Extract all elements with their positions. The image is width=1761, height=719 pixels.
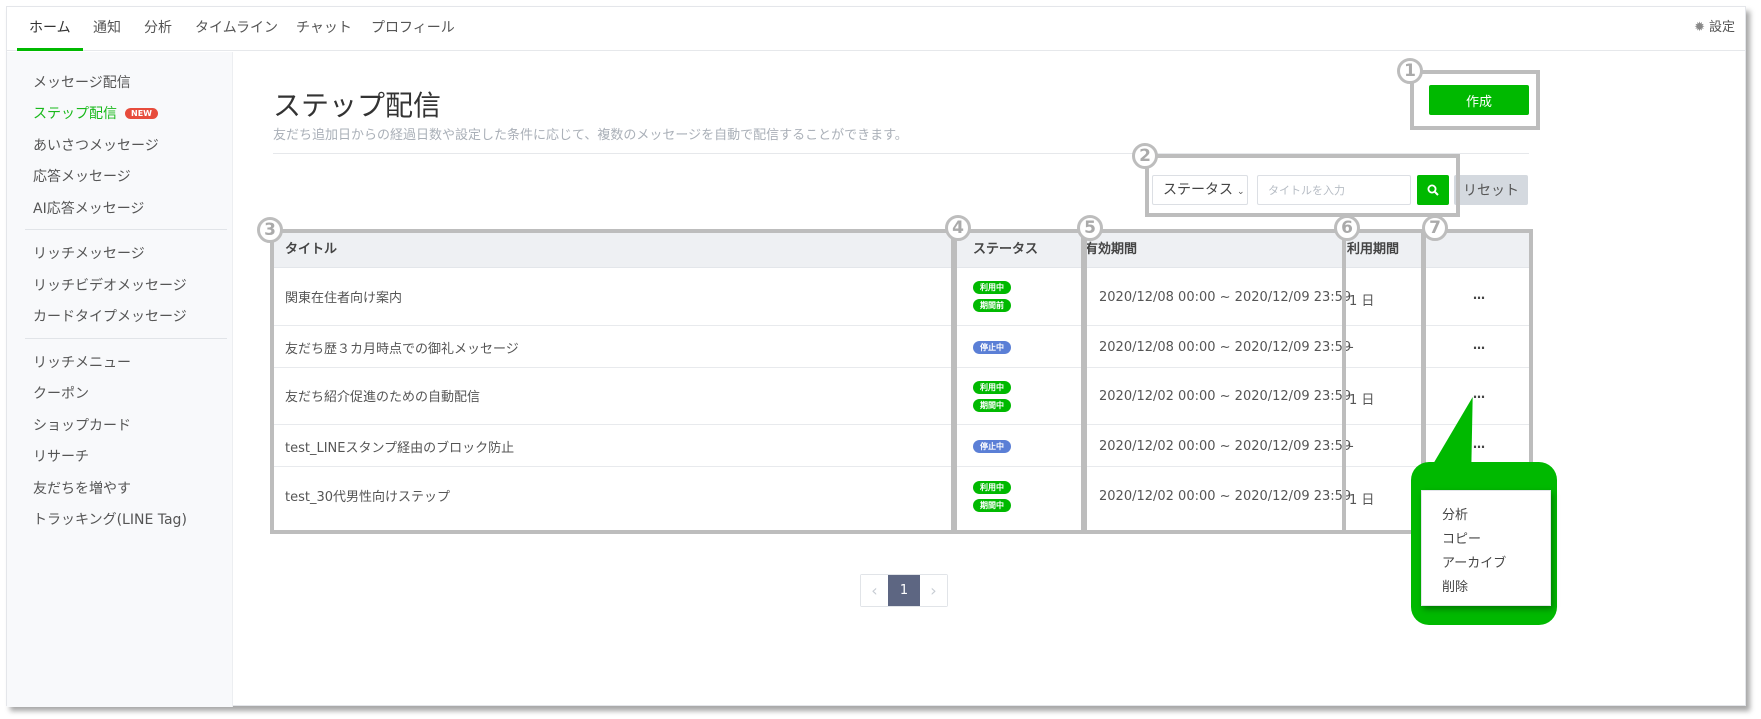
table-row[interactable]: 友だち歴３カ月時点での御礼メッセージ 停止中 2020/12/08 00:00 …	[273, 326, 1529, 368]
status-badge: 期間中	[973, 399, 1011, 412]
usage-period: 1 日	[1349, 493, 1375, 508]
status-filter-label: ステータス	[1163, 182, 1233, 198]
tab-profile[interactable]: プロフィール	[359, 7, 467, 51]
title-search-input[interactable]	[1257, 175, 1411, 205]
gear-icon: ✹	[1694, 20, 1705, 35]
row-actions-menu-button[interactable]: …	[1473, 437, 1485, 451]
sidebar-divider	[25, 229, 227, 230]
annotation-number-2: 2	[1132, 143, 1158, 169]
column-header-title: タイトル	[285, 242, 338, 257]
annotation-number-1: 1	[1397, 58, 1423, 84]
app-window: ホーム 通知 分析 タイムライン チャット プロフィール ✹ 設定 メッセージ配信…	[6, 6, 1746, 707]
callout-pointer	[1431, 397, 1479, 467]
create-button[interactable]: 作成	[1429, 85, 1529, 115]
valid-period: 2020/12/08 00:00 ~ 2020/12/09 23:59	[1099, 340, 1352, 355]
status-filter-select[interactable]: ステータス ⌄	[1152, 175, 1248, 205]
search-icon	[1427, 184, 1439, 196]
annotation-number-7: 7	[1422, 215, 1448, 241]
usage-period: 1 日	[1349, 393, 1375, 408]
pagination: ‹ 1 ›	[860, 574, 948, 607]
usage-period: -	[1349, 340, 1354, 355]
page-description: 友だち追加日からの経過日数や設定した条件に応じて、複数のメッセージを自動で配信す…	[273, 128, 908, 143]
sidebar-item-shop-card[interactable]: ショップカード	[33, 415, 131, 435]
sidebar: メッセージ配信 ステップ配信 NEW あいさつメッセージ 応答メッセージ AI応答…	[7, 52, 233, 707]
valid-period: 2020/12/08 00:00 ~ 2020/12/09 23:59	[1099, 290, 1352, 305]
row-title[interactable]: 関東在住者向け案内	[285, 287, 402, 306]
row-actions-menu-button[interactable]: …	[1473, 288, 1485, 302]
pagination-prev-button[interactable]: ‹	[861, 575, 888, 606]
tab-chat[interactable]: チャット	[284, 7, 364, 51]
usage-period: -	[1349, 439, 1354, 454]
status-badge: 停止中	[973, 341, 1011, 354]
row-actions-menu-button[interactable]: …	[1473, 338, 1485, 352]
valid-period: 2020/12/02 00:00 ~ 2020/12/09 23:59	[1099, 489, 1352, 504]
status-badges: 利用中 期間前	[973, 281, 1011, 317]
settings-link[interactable]: ✹ 設定	[1694, 7, 1735, 51]
status-badge: 利用中	[973, 281, 1011, 294]
sidebar-item-gain-friends[interactable]: 友だちを増やす	[33, 478, 131, 498]
column-header-status: ステータス	[973, 242, 1039, 257]
table-row[interactable]: test_30代男性向けステップ 利用中 期間中 2020/12/02 00:0…	[273, 467, 1529, 533]
sidebar-item-ai-reply[interactable]: AI応答メッセージ	[33, 198, 144, 218]
sidebar-divider	[25, 338, 227, 339]
valid-period: 2020/12/02 00:00 ~ 2020/12/09 23:59	[1099, 389, 1352, 404]
menu-item-delete[interactable]: 削除	[1442, 576, 1468, 595]
status-badges: 利用中 期間中	[973, 481, 1011, 517]
valid-period: 2020/12/02 00:00 ~ 2020/12/09 23:59	[1099, 439, 1352, 454]
chevron-down-icon: ⌄	[1237, 187, 1245, 197]
sidebar-item-step-delivery[interactable]: ステップ配信 NEW	[33, 103, 158, 123]
annotation-number-3: 3	[257, 217, 283, 243]
status-badges: 利用中 期間中	[973, 381, 1011, 417]
sidebar-item-rich-message[interactable]: リッチメッセージ	[33, 243, 145, 263]
sidebar-item-tracking[interactable]: トラッキング(LINE Tag)	[33, 509, 187, 529]
row-title[interactable]: test_30代男性向けステップ	[285, 486, 450, 505]
menu-item-copy[interactable]: コピー	[1442, 528, 1481, 547]
status-badges: 停止中	[973, 440, 1011, 458]
search-button[interactable]	[1417, 175, 1449, 205]
annotation-number-4: 4	[945, 215, 971, 241]
table-row[interactable]: 関東在住者向け案内 利用中 期間前 2020/12/08 00:00 ~ 202…	[273, 268, 1529, 326]
status-badge: 期間前	[973, 299, 1011, 312]
status-badge: 期間中	[973, 499, 1011, 512]
row-title[interactable]: 友だち歴３カ月時点での御礼メッセージ	[285, 338, 519, 357]
menu-item-analyze[interactable]: 分析	[1442, 504, 1468, 523]
sidebar-item-card-type-message[interactable]: カードタイプメッセージ	[33, 306, 187, 326]
pagination-next-button[interactable]: ›	[920, 575, 947, 606]
sidebar-item-auto-reply[interactable]: 応答メッセージ	[33, 166, 131, 186]
status-badges: 停止中	[973, 341, 1011, 359]
tab-notifications[interactable]: 通知	[81, 7, 133, 51]
annotation-number-6: 6	[1334, 215, 1360, 241]
row-title[interactable]: test_LINEスタンプ経由のブロック防止	[285, 437, 514, 456]
sidebar-item-rich-video-message[interactable]: リッチビデオメッセージ	[33, 275, 187, 295]
menu-item-archive[interactable]: アーカイブ	[1442, 552, 1506, 571]
page-title: ステップ配信	[273, 89, 442, 122]
top-nav: ホーム 通知 分析 タイムライン チャット プロフィール ✹ 設定	[7, 7, 1745, 51]
annotation-number-5: 5	[1077, 215, 1103, 241]
table-row[interactable]: test_LINEスタンプ経由のブロック防止 停止中 2020/12/02 00…	[273, 425, 1529, 467]
tab-timeline[interactable]: タイムライン	[183, 7, 290, 51]
usage-period: 1 日	[1349, 294, 1375, 309]
status-badge: 利用中	[973, 381, 1011, 394]
sidebar-item-research[interactable]: リサーチ	[33, 446, 89, 466]
sidebar-item-message-delivery[interactable]: メッセージ配信	[33, 72, 131, 92]
sidebar-item-rich-menu[interactable]: リッチメニュー	[33, 352, 131, 372]
pagination-page-1[interactable]: 1	[888, 575, 920, 606]
tab-home[interactable]: ホーム	[17, 7, 83, 51]
table-row[interactable]: 友だち紹介促進のための自動配信 利用中 期間中 2020/12/02 00:00…	[273, 368, 1529, 425]
header-divider	[273, 153, 1529, 154]
sidebar-item-coupon[interactable]: クーポン	[33, 383, 89, 403]
status-badge: 利用中	[973, 481, 1011, 494]
row-title[interactable]: 友だち紹介促進のための自動配信	[285, 386, 480, 405]
tab-analytics[interactable]: 分析	[132, 7, 184, 51]
sidebar-item-label: ステップ配信	[33, 106, 117, 122]
reset-button[interactable]: リセット	[1454, 175, 1528, 205]
sidebar-item-greeting-message[interactable]: あいさつメッセージ	[33, 135, 159, 155]
row-actions-dropdown: 分析 コピー アーカイブ 削除	[1421, 490, 1551, 606]
settings-label: 設定	[1708, 20, 1735, 35]
status-badge: 停止中	[973, 440, 1011, 453]
new-badge: NEW	[125, 108, 158, 119]
